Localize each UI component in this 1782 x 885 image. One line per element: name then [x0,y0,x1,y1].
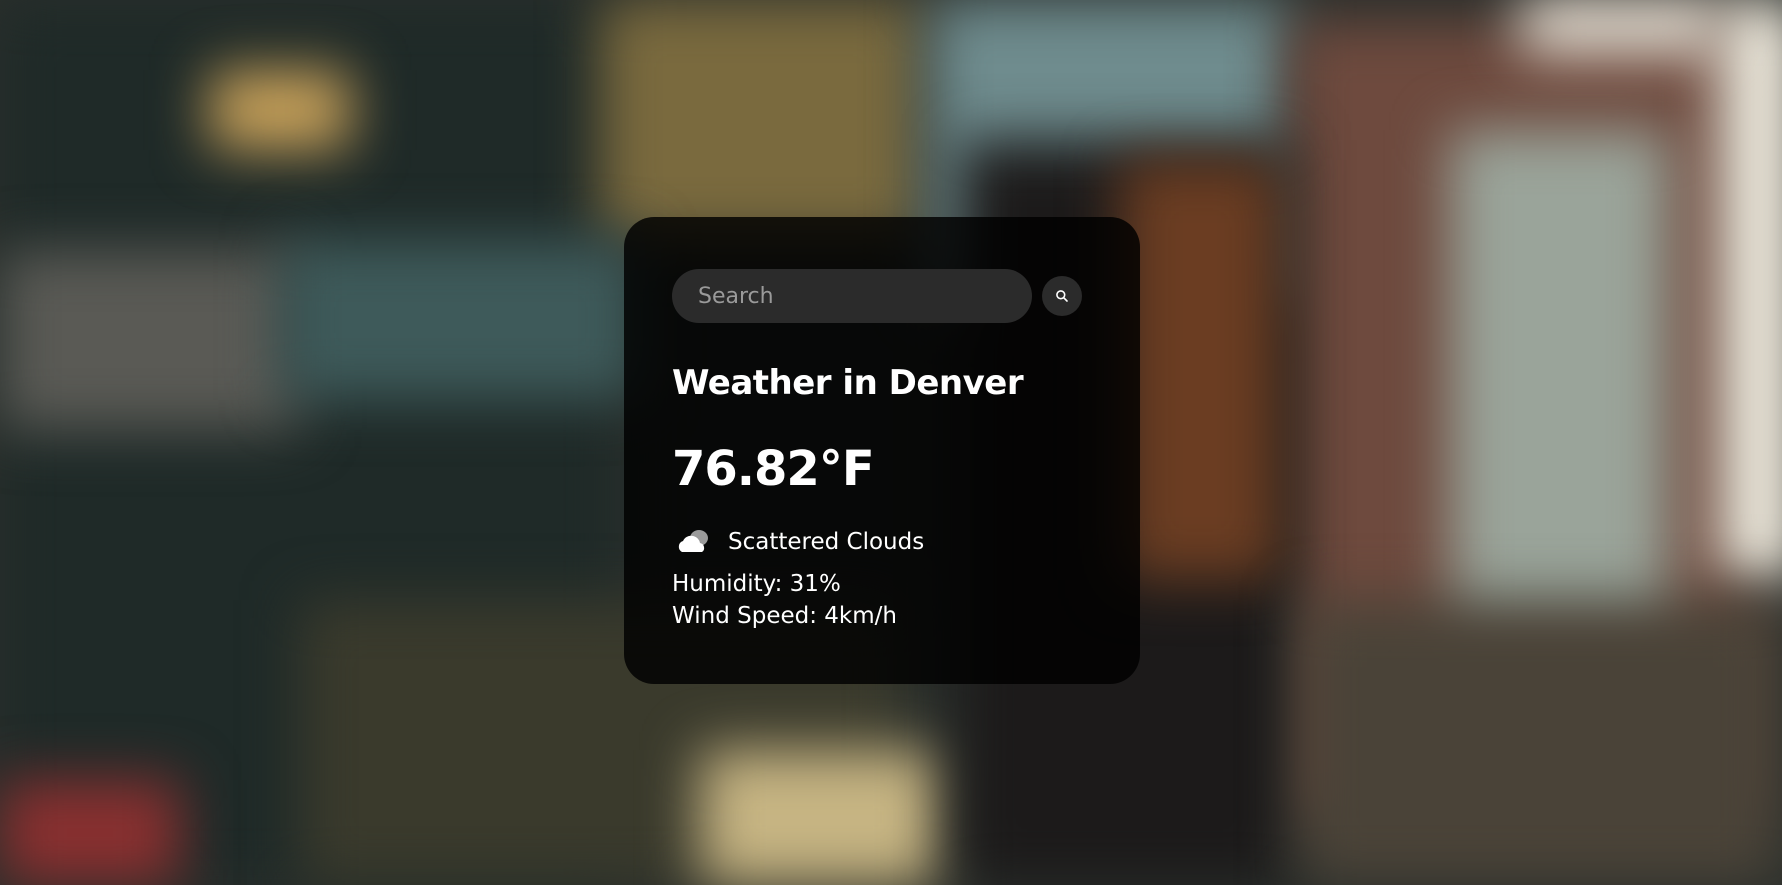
cloud-icon [678,530,708,552]
city-title: Weather in Denver [672,363,1024,403]
temperature-value: 76.82°F [672,441,875,497]
search-button[interactable] [1042,276,1082,316]
search-input[interactable] [672,269,1032,323]
search-bar [672,269,1092,323]
weather-condition: Scattered Clouds [672,527,1092,557]
search-icon [1056,290,1068,302]
humidity-text: Humidity: 31% [672,571,841,597]
weather-card: Weather in Denver 76.82°F Scattered Clou… [624,217,1140,684]
weather-description: Scattered Clouds [728,529,925,555]
wind-speed-text: Wind Speed: 4km/h [672,603,897,629]
